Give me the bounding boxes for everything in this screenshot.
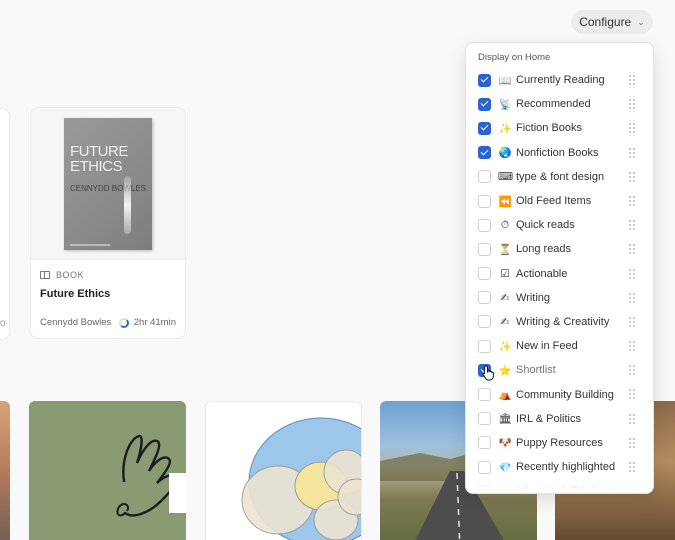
pointer-hand-icon [482,365,496,384]
item-checkbox[interactable] [478,242,491,256]
item-emoji-icon: ⏪ [498,195,512,208]
book-cover-area: FUTURE ETHICS CENNYDD BOWLES [31,108,185,260]
item-checkbox[interactable] [478,412,491,426]
drag-handle-icon[interactable] [629,99,635,110]
item-checkbox[interactable] [478,267,491,281]
item-checkbox[interactable] [478,170,491,184]
item-emoji-icon: ☑ [500,267,510,280]
left-card-fragment[interactable] [0,108,10,340]
drag-handle-icon[interactable] [629,413,635,424]
drag-handle-icon[interactable] [629,147,635,158]
image-card-hand-illustration[interactable] [29,401,186,540]
dropdown-item[interactable]: 📖 Currently Reading [466,68,653,92]
item-checkbox[interactable] [478,194,491,208]
dropdown-item[interactable]: 📡 Recommended [466,92,653,116]
drag-handle-icon[interactable] [629,171,635,182]
book-read-time: 2hr 41min [133,317,176,328]
dropdown-item[interactable]: ☑ Actionable [466,262,653,286]
drag-handle-icon[interactable] [629,123,635,134]
reading-progress-icon [118,317,129,328]
book-icon [40,271,50,279]
drag-handle-icon[interactable] [629,244,635,255]
item-emoji-icon: ⭐ [498,364,512,377]
item-emoji-icon: 💎 [498,461,512,474]
item-checkbox[interactable] [478,97,491,111]
dropdown-item[interactable]: ⌨ type & font design [466,165,653,189]
drag-handle-icon[interactable] [629,220,635,231]
dropdown-heading: Display on Home [478,52,551,63]
item-emoji-icon: ⏳ [498,243,512,256]
item-emoji-icon: ⏱ [500,218,510,231]
dropdown-item[interactable]: ⏪ Old Feed Items [466,189,653,213]
hand-illustration [116,434,186,517]
item-checkbox[interactable] [478,291,491,305]
drag-handle-icon[interactable] [629,462,635,472]
dropdown-item[interactable]: ⏱ Quick reads [466,213,653,237]
cover-light-bar [124,175,131,234]
drag-handle-icon[interactable] [629,389,635,400]
drag-handle-icon[interactable] [629,437,635,448]
item-emoji-icon: ⛺ [498,389,512,402]
book-card-future-ethics[interactable]: FUTURE ETHICS CENNYDD BOWLES BOOK Future… [30,107,186,339]
dropdown-item[interactable]: ✍ Writing & Creativity [466,310,653,334]
item-emoji-icon: 🏛 [498,413,512,426]
configure-label: Configure [579,15,632,29]
item-emoji-icon: 🐶 [498,437,512,450]
image-card-venn-diagram[interactable] [205,401,362,540]
item-checkbox[interactable] [478,315,491,329]
item-emoji-icon: ✍ [500,291,510,304]
configure-dropdown: Display on Home 📖 Currently Reading 📡 Recom… [465,42,654,494]
item-emoji-icon: 📖 [498,74,512,87]
book-author: Cennydd Bowles [40,317,112,328]
venn-diagram-illustration [241,417,361,540]
item-checkbox[interactable] [478,388,491,402]
dropdown-item[interactable]: 🏛 IRL & Politics [466,407,653,431]
item-checkbox[interactable] [478,218,491,232]
chevron-down-icon: ⌄ [637,16,645,27]
item-checkbox[interactable] [478,121,491,135]
home-page: Configure ⌄ o FUTURE ETHICS CENNYDD BOWL… [0,0,675,540]
dropdown-item[interactable]: ⛺ Community Building [466,382,653,406]
configure-button[interactable]: Configure ⌄ [571,10,653,34]
item-checkbox[interactable] [478,339,491,353]
book-cover-image: FUTURE ETHICS CENNYDD BOWLES [64,117,152,250]
drag-handle-icon[interactable] [629,341,635,352]
item-emoji-icon: ✨ [498,122,512,135]
book-type-label: BOOK [56,270,85,280]
drag-handle-icon[interactable] [629,365,635,376]
cover-author: CENNYDD BOWLES [70,183,147,193]
drag-handle-icon[interactable] [629,292,635,303]
dropdown-item[interactable]: 🌏 Nonfiction Books [466,141,653,165]
image-card-left-fragment[interactable] [0,401,10,540]
item-emoji-icon: ⌨ [498,170,514,183]
dropdown-item[interactable]: ✍ Writing [466,286,653,310]
drag-handle-icon[interactable] [629,268,635,279]
dropdown-item[interactable]: ⏳ Long reads [466,237,653,261]
dropdown-bottom-fade [466,475,653,493]
item-checkbox[interactable] [478,460,491,474]
dropdown-item[interactable]: ✨ New in Feed [466,334,653,358]
item-checkbox[interactable] [478,436,491,450]
book-footer: Cennydd Bowles 2hr 41min [40,317,176,328]
dropdown-list: 📖 Currently Reading 📡 Recommended ✨ Fiction B… [466,68,653,493]
item-emoji-icon: ✍ [500,315,510,328]
item-emoji-icon: ✨ [498,340,512,353]
drag-handle-icon[interactable] [629,195,635,206]
dropdown-item[interactable]: ✨ Fiction Books [466,116,653,140]
book-type: BOOK [40,270,176,280]
cover-title: FUTURE ETHICS [70,142,128,175]
book-meta: BOOK Future Ethics [31,260,185,300]
drag-handle-icon[interactable] [629,75,635,85]
book-title: Future Ethics [40,288,111,300]
item-checkbox[interactable] [478,146,491,160]
item-checkbox[interactable] [478,73,491,87]
item-emoji-icon: 📡 [498,98,512,111]
left-card-fragment-text: o [0,318,6,329]
cover-footer-line [70,243,110,246]
item-emoji-icon: 🌏 [498,147,512,160]
dropdown-item[interactable]: 🐶 Puppy Resources [466,431,653,455]
drag-handle-icon[interactable] [629,316,635,327]
